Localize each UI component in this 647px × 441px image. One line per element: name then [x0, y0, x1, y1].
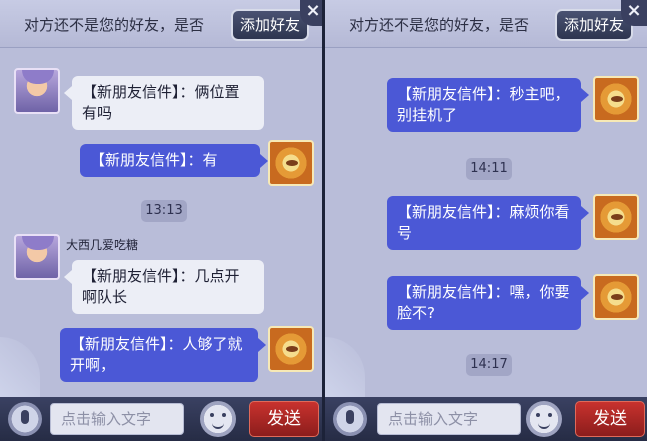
decorative-wing — [0, 337, 40, 397]
message-bubble: 【新朋友信件】：几点开啊队长 — [64, 260, 264, 314]
microphone-icon[interactable] — [333, 402, 367, 436]
avatar[interactable] — [593, 274, 639, 320]
close-icon[interactable]: × — [621, 0, 647, 26]
message-bubble: 【新朋友信件】：有 — [80, 144, 268, 177]
message-bubble: 【新朋友信件】：嘿，你要脸不? — [387, 276, 589, 330]
message-bubble: 【新朋友信件】：麻烦你看号 — [387, 196, 589, 250]
message-bubble: 【新朋友信件】：人够了就开啊， — [60, 328, 266, 382]
avatar[interactable] — [268, 140, 314, 186]
timestamp: 13:13 — [141, 200, 187, 222]
message-input[interactable]: 点击输入文字 — [377, 403, 521, 435]
message-bubble: 【新朋友信件】：俩位置有吗 — [64, 76, 264, 130]
message-input[interactable]: 点击输入文字 — [50, 403, 184, 435]
add-friend-button[interactable]: 添加好友 — [231, 9, 309, 41]
emoji-face-icon[interactable] — [200, 401, 236, 437]
input-bar: 点击输入文字 发送 — [0, 397, 322, 441]
microphone-icon[interactable] — [8, 402, 42, 436]
chat-header: 对方还不是您的好友，是否 添加好友 — [325, 0, 647, 48]
timestamp: 14:17 — [466, 354, 512, 376]
header-text: 对方还不是您的好友，是否 — [24, 16, 205, 34]
avatar[interactable] — [593, 76, 639, 122]
chat-panel-left: 对方还不是您的好友，是否 添加好友 × 【新朋友信件】：俩位置有吗 【新朋友信件… — [0, 0, 322, 441]
chat-header: 对方还不是您的好友，是否 添加好友 — [0, 0, 322, 48]
input-bar: 点击输入文字 发送 — [325, 397, 647, 441]
emoji-face-icon[interactable] — [526, 401, 562, 437]
close-icon[interactable]: × — [300, 0, 322, 26]
send-button[interactable]: 发送 — [249, 401, 319, 437]
send-button[interactable]: 发送 — [575, 401, 645, 437]
avatar[interactable] — [268, 326, 314, 372]
sender-name: 大西几爱吃糖 — [66, 238, 139, 252]
chat-panel-right: 对方还不是您的好友，是否 添加好友 × 【新朋友信件】：秒主吧，别挂机了 14:… — [325, 0, 647, 441]
timestamp: 14:11 — [466, 158, 512, 180]
header-text: 对方还不是您的好友，是否 — [349, 16, 530, 34]
avatar[interactable] — [593, 194, 639, 240]
avatar[interactable] — [14, 68, 60, 114]
avatar[interactable] — [14, 234, 60, 280]
decorative-wing — [325, 337, 365, 397]
message-bubble: 【新朋友信件】：秒主吧，别挂机了 — [387, 78, 589, 132]
